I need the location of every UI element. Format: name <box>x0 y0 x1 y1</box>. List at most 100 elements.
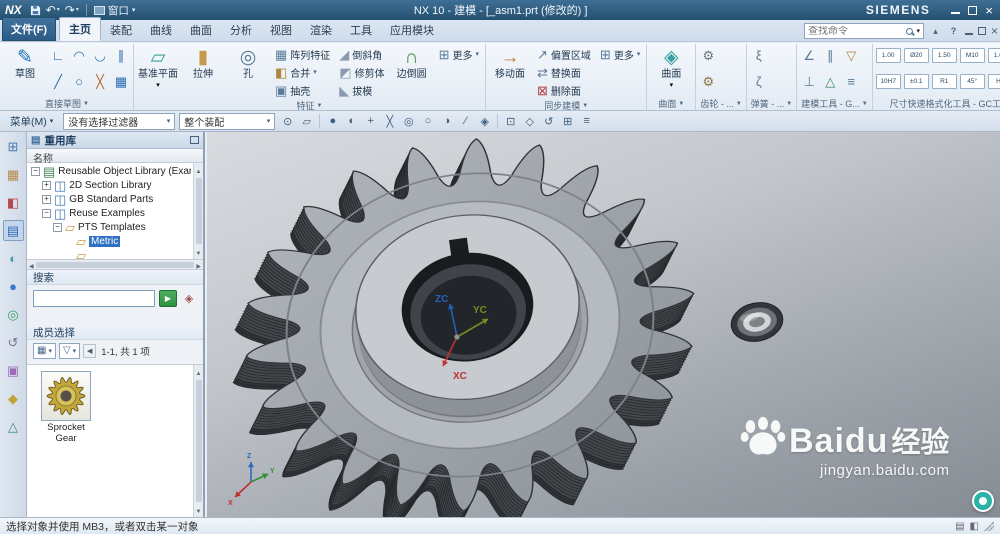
scrollbar-thumb[interactable] <box>195 380 202 502</box>
ribbon-group-label[interactable]: 同步建模 ▼ <box>488 99 644 110</box>
scroll-down-icon[interactable] <box>196 246 202 258</box>
undock-panel-button[interactable] <box>190 136 199 144</box>
ribbon-icon-button[interactable]: ◡ <box>90 45 110 65</box>
sprocket-gear-item[interactable]: Sprocket Gear <box>35 371 97 445</box>
constraint-navigator-icon[interactable]: ▦ <box>3 164 24 185</box>
member-select-section-header[interactable]: 成员选择 <box>27 325 203 340</box>
ribbon-icon-button[interactable]: ▦ <box>111 72 131 92</box>
ribbon-small-button[interactable]: ⊠ 删除面 <box>533 82 595 99</box>
ribbon-tab-8[interactable]: 工具 <box>341 19 381 41</box>
scrollbar-thumb[interactable] <box>35 261 195 268</box>
process-studio-icon[interactable]: ↺ <box>3 332 24 353</box>
view-mode-combo[interactable]: ▦ ▾ <box>33 343 56 359</box>
ribbon-icon-button[interactable]: ╳ <box>90 72 110 92</box>
member-list-scrollbar[interactable] <box>193 365 203 517</box>
ribbon-small-button[interactable]: ◣ 拔模 <box>335 82 388 99</box>
ribbon-large-button[interactable]: ✎ 草图 <box>3 45 47 97</box>
ribbon-icon-button[interactable]: R1 <box>931 72 958 92</box>
ribbon-large-button[interactable]: ▮ 拉伸 <box>181 45 225 99</box>
quadrant-point-icon[interactable]: ○ <box>419 113 436 130</box>
window-menu-button[interactable]: 窗口 ▾ <box>93 3 135 18</box>
save-button[interactable] <box>30 5 41 16</box>
manufacturing-wizard-icon[interactable]: ▣ <box>3 360 24 381</box>
command-finder[interactable]: ▾ <box>803 23 924 39</box>
assembly-navigator-icon[interactable]: ⊞ <box>3 136 24 157</box>
ribbon-large-button[interactable]: ◈ 曲面 ▾ <box>649 45 693 97</box>
ribbon-tab-3[interactable]: 曲线 <box>141 19 181 41</box>
wireframe-display-icon[interactable]: ◇ <box>521 113 538 130</box>
graphics-window[interactable]: ZC YC XC Z Y X Baidu 经验 jingyan.baidu.com <box>207 132 1000 517</box>
snap-point-icon[interactable]: ⊙ <box>279 113 296 130</box>
help-icon[interactable] <box>947 25 960 38</box>
ribbon-icon-button[interactable]: ±0.1 <box>903 72 930 92</box>
ribbon-icon-button[interactable]: ▽ <box>841 45 861 65</box>
ribbon-icon-button[interactable]: 1.00 <box>875 45 902 65</box>
ribbon-icon-button[interactable]: ∟ <box>48 45 68 65</box>
ribbon-small-button[interactable]: ◧ 合并 ▾ <box>271 64 334 81</box>
ribbon-icon-button[interactable]: △ <box>820 72 840 92</box>
window-minimize-button[interactable] <box>951 6 961 14</box>
ribbon-tab-9[interactable]: 应用模块 <box>381 19 443 41</box>
ribbon-group-label[interactable]: 特征 ▼ <box>136 99 483 110</box>
tree-horizontal-scrollbar[interactable] <box>27 260 203 270</box>
panel-toggle-icon[interactable] <box>970 521 979 532</box>
control-point-icon[interactable]: + <box>362 113 379 130</box>
tree-expander-icon[interactable]: − <box>31 166 40 176</box>
point-on-curve-icon[interactable]: ∕ <box>457 113 474 130</box>
ribbon-large-button[interactable]: ◎ 孔 <box>226 45 270 99</box>
tree-item-7[interactable]: ▱ <box>27 248 203 260</box>
ribbon-group-label[interactable]: 建模工具 - G... ▼ <box>799 97 869 110</box>
scroll-down-icon[interactable] <box>196 504 202 516</box>
ribbon-small-button[interactable]: ◩ 修剪体 <box>335 64 388 81</box>
role-icon[interactable]: ◆ <box>3 388 24 409</box>
tree-item-6[interactable]: ▱ Metric <box>27 234 203 248</box>
ribbon-icon-button[interactable]: ◠ <box>69 45 89 65</box>
ribbon-icon-button[interactable]: 10H7 <box>875 72 902 92</box>
ribbon-large-button[interactable]: ∩ 边倒圆 <box>390 45 434 99</box>
selection-scope-combo[interactable]: 整个装配 ▾ <box>179 112 276 130</box>
search-filter-icon[interactable] <box>181 292 197 305</box>
ribbon-small-button[interactable]: ⊞ 更多 ▾ <box>435 46 483 63</box>
tree-item-4[interactable]: − ◫ Reuse Examples <box>27 206 203 220</box>
midpoint-icon[interactable]: ◐ <box>343 113 360 130</box>
tree-expander-icon[interactable]: + <box>42 194 51 204</box>
tree-item-5[interactable]: − ▱ PTS Templates <box>27 220 203 234</box>
search-section-header[interactable]: 搜索 <box>27 270 203 285</box>
hd3d-tool-icon[interactable]: ◐ <box>3 248 24 269</box>
ribbon-small-button[interactable]: ⇄ 替换面 <box>533 64 595 81</box>
ribbon-icon-button[interactable]: ζ <box>749 72 769 92</box>
scroll-right-icon[interactable] <box>196 259 201 271</box>
work-plane-icon[interactable]: ▱ <box>298 113 315 130</box>
tree-item-3[interactable]: + ◫ GB Standard Parts <box>27 192 203 206</box>
part-navigator-icon[interactable]: ◧ <box>3 192 24 213</box>
ribbon-tab-2[interactable]: 装配 <box>101 19 141 41</box>
search-go-button[interactable] <box>159 290 177 307</box>
history-icon[interactable]: ◎ <box>3 304 24 325</box>
shaded-display-icon[interactable]: ⊡ <box>502 113 519 130</box>
filter-combo[interactable]: ▽ ▾ <box>58 343 81 359</box>
ribbon-tab-6[interactable]: 视图 <box>261 19 301 41</box>
window-maximize-button[interactable] <box>968 5 978 15</box>
ribbon-large-button[interactable]: → 移动面 <box>488 45 532 99</box>
reuse-library-icon[interactable]: ▤ <box>2 220 24 241</box>
selection-filter-combo[interactable]: 没有选择过滤器 ▾ <box>63 112 176 130</box>
tree-vertical-scrollbar[interactable] <box>193 163 203 259</box>
point-on-face-icon[interactable]: ◈ <box>476 113 493 130</box>
tree-item-1[interactable]: − ▤ Reusable Object Library (Exam <box>27 164 203 178</box>
ribbon-small-button[interactable]: ▦ 阵列特征 <box>271 46 334 63</box>
rotate-icon[interactable]: ⊞ <box>559 113 576 130</box>
ribbon-icon-button[interactable]: 1.00 <box>987 45 1000 65</box>
document-restore-button[interactable] <box>977 27 986 35</box>
ribbon-tab-5[interactable]: 分析 <box>221 19 261 41</box>
intersection-icon[interactable]: ╳ <box>381 113 398 130</box>
previous-page-button[interactable] <box>83 344 97 358</box>
ribbon-icon-button[interactable]: ╱ <box>48 72 68 92</box>
ribbon-small-button[interactable]: ◢ 倒斜角 <box>335 46 388 63</box>
ribbon-icon-button[interactable]: ⚙ <box>698 72 718 92</box>
scrollbar-thumb[interactable] <box>195 178 202 244</box>
scroll-up-icon[interactable] <box>196 366 202 378</box>
ribbon-small-button[interactable]: ⊞ 更多 ▾ <box>596 46 644 63</box>
ribbon-group-label[interactable]: 弹簧 - ... ▼ <box>749 97 794 110</box>
menu-button[interactable]: 菜单(M) ▾ <box>4 112 59 131</box>
existing-point-icon[interactable]: ◑ <box>438 113 455 130</box>
